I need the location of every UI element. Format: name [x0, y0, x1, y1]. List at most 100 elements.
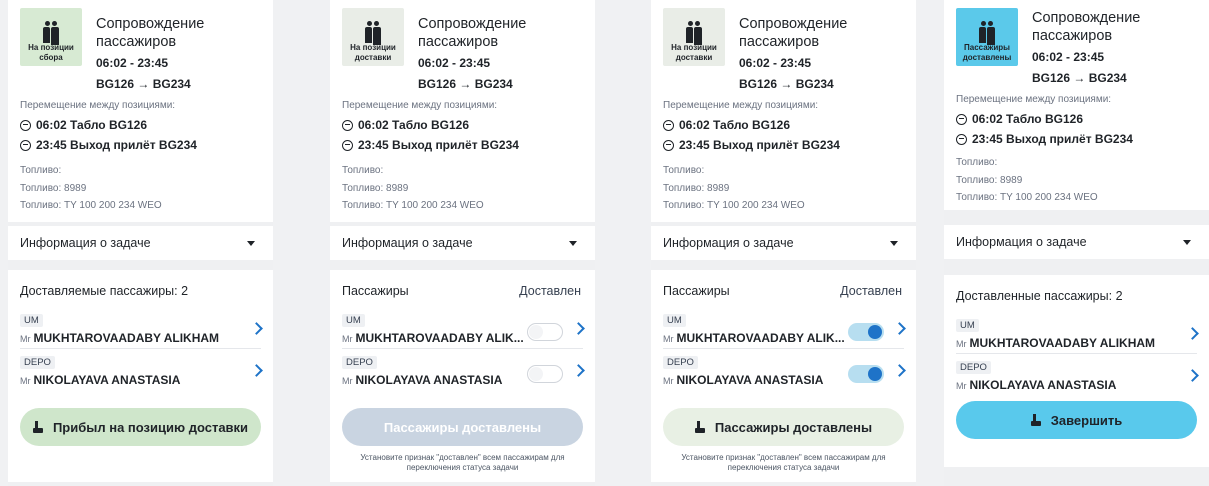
passenger-row[interactable]: DEPO Mr NIKOLAYAVA ANASTASIA — [342, 352, 585, 390]
status-tile: На позиции сбора — [20, 8, 82, 66]
status-label: На позиции сбора — [28, 43, 74, 62]
title-prefix: Mr — [342, 376, 353, 386]
delivered-toggle[interactable] — [527, 323, 563, 341]
task-route: BG126 → BG234 — [96, 77, 191, 91]
passengers-icon — [362, 21, 384, 45]
move-to-text: 23:45 Выход прилёт BG234 — [358, 138, 519, 152]
button-label: Прибыл на позицию доставки — [52, 419, 249, 435]
passenger-tag: DEPO — [20, 356, 55, 369]
fuel-value-1: Топливо: 8989 — [663, 183, 730, 194]
move-label: Перемещение между позициями: — [20, 100, 176, 111]
move-to: 23:45 Выход прилёт BG234 — [342, 138, 519, 152]
task-summary-card: На позиции доставки Сопровождение пассаж… — [330, 0, 595, 222]
passenger-row[interactable]: DEPO Mr NIKOLAYAVA ANASTASIA — [956, 357, 1199, 395]
task-panel-3: На позиции доставки Сопровождение пассаж… — [651, 0, 916, 486]
hand-icon — [694, 421, 705, 433]
move-from-text: 06:02 Табло BG126 — [679, 118, 790, 132]
move-from: 06:02 Табло BG126 — [342, 118, 469, 132]
passengers-count: 2 — [181, 284, 189, 298]
complete-button[interactable]: Завершить — [956, 401, 1197, 439]
passengers-header: Доставляемые пассажиры: 2 — [20, 284, 188, 298]
status-label: Пассажиры доставлены — [962, 43, 1012, 62]
passengers-header-label: Доставленные пассажиры: — [956, 289, 1113, 303]
move-from: 06:02 Табло BG126 — [20, 118, 147, 132]
title-prefix: Mr — [20, 376, 31, 386]
passenger-row[interactable]: DEPO Mr NIKOLAYAVA ANASTASIA — [663, 352, 906, 390]
passenger-name-text: MUKHTAROVAADABY ALIK... — [676, 331, 845, 345]
passengers-card: Пассажиры Доставлен UM Mr MUKHTAROVAADABY… — [330, 270, 595, 482]
passenger-row[interactable]: UM Mr MUKHTAROVAADABY ALIK... — [342, 310, 585, 349]
delivered-toggle[interactable] — [848, 365, 884, 383]
passenger-name: Mr MUKHTAROVAADABY ALIKHAM — [20, 331, 261, 345]
passengers-header: Пассажиры — [663, 284, 730, 298]
arrived-delivery-button[interactable]: Прибыл на позицию доставки — [20, 408, 261, 446]
move-from-text: 06:02 Табло BG126 — [358, 118, 469, 132]
title-prefix: Mr — [20, 334, 31, 344]
hint-text: Установите признак "доставлен" всем пасс… — [681, 453, 886, 472]
task-info-label: Информация о задаче — [342, 236, 473, 250]
exit-icon — [20, 139, 31, 151]
status-tile: Пассажиры доставлены — [956, 8, 1018, 66]
passenger-name-text: NIKOLAYAVA ANASTASIA — [676, 373, 824, 387]
passenger-name-text: MUKHTAROVAADABY ALIKHAM — [33, 331, 220, 345]
task-info-toggle[interactable]: Информация о задаче — [651, 226, 916, 260]
fuel-label: Топливо: — [342, 165, 384, 176]
move-to-text: 23:45 Выход прилёт BG234 — [972, 132, 1133, 146]
hand-icon — [1030, 414, 1041, 426]
passengers-delivered-button[interactable]: Пассажиры доставлены — [663, 408, 904, 446]
passenger-tag: DEPO — [342, 356, 377, 369]
enter-icon — [956, 113, 967, 125]
passenger-row[interactable]: UM Mr MUKHTAROVAADABY ALIK... — [663, 310, 906, 349]
passenger-name-text: NIKOLAYAVA ANASTASIA — [969, 378, 1117, 392]
passengers-card: Доставленные пассажиры: 2 UM Mr MUKHTAROV… — [944, 275, 1209, 467]
exit-icon — [342, 139, 353, 151]
move-to-text: 23:45 Выход прилёт BG234 — [679, 138, 840, 152]
fuel-value-1: Топливо: 8989 — [956, 175, 1023, 186]
passenger-tag: UM — [342, 314, 365, 327]
passenger-row[interactable]: UM Mr MUKHTAROVAADABY ALIKHAM — [20, 310, 263, 349]
passengers-icon — [976, 21, 998, 45]
task-panel-4: Пассажиры доставлены Сопровождение пасса… — [944, 0, 1209, 486]
exit-icon — [956, 133, 967, 145]
passenger-row[interactable]: UM Mr MUKHTAROVAADABY ALIKHAM — [956, 315, 1199, 354]
passengers-icon — [683, 21, 705, 45]
task-info-toggle[interactable]: Информация о задаче — [8, 226, 273, 260]
passengers-header: Пассажиры — [342, 284, 409, 298]
move-from: 06:02 Табло BG126 — [956, 112, 1083, 126]
passenger-row[interactable]: DEPO Mr NIKOLAYAVA ANASTASIA — [20, 352, 263, 390]
passenger-tag: UM — [20, 314, 43, 327]
fuel-value-1: Топливо: 8989 — [20, 183, 87, 194]
delivered-toggle[interactable] — [527, 365, 563, 383]
move-to-text: 23:45 Выход прилёт BG234 — [36, 138, 197, 152]
title-prefix: Mr — [663, 376, 674, 386]
task-summary-card: На позиции доставки Сопровождение пассаж… — [651, 0, 916, 222]
button-label: Завершить — [1050, 412, 1123, 428]
enter-icon — [663, 119, 674, 131]
passenger-name: Mr NIKOLAYAVA ANASTASIA — [956, 378, 1197, 392]
title-prefix: Mr — [956, 381, 967, 391]
hint-text: Установите признак "доставлен" всем пасс… — [360, 453, 565, 472]
task-time: 06:02 - 23:45 — [1032, 50, 1105, 64]
task-summary-card: Пассажиры доставлены Сопровождение пасса… — [944, 0, 1209, 210]
delivered-toggle[interactable] — [848, 323, 884, 341]
passengers-card: Доставляемые пассажиры: 2 UM Mr MUKHTAROV… — [8, 270, 273, 482]
task-title: Сопровождение пассажиров — [1032, 10, 1141, 44]
task-title: Сопровождение пассажиров — [418, 16, 527, 50]
delivered-header: Доставлен — [519, 284, 581, 298]
task-info-toggle[interactable]: Информация о задаче — [330, 226, 595, 260]
button-label: Пассажиры доставлены — [383, 419, 542, 435]
task-time: 06:02 - 23:45 — [96, 56, 169, 70]
move-label: Перемещение между позициями: — [956, 94, 1112, 105]
task-time: 06:02 - 23:45 — [418, 56, 491, 70]
enter-icon — [342, 119, 353, 131]
passenger-name-text: MUKHTAROVAADABY ALIKHAM — [969, 336, 1156, 350]
status-label: На позиции доставки — [671, 43, 717, 62]
passenger-tag: DEPO — [956, 361, 991, 374]
passengers-header: Доставленные пассажиры: 2 — [956, 289, 1123, 303]
move-to: 23:45 Выход прилёт BG234 — [956, 132, 1133, 146]
task-info-toggle[interactable]: Информация о задаче — [944, 225, 1209, 259]
task-panel-1: На позиции сбора Сопровождение пассажиро… — [8, 0, 273, 486]
passengers-delivered-button[interactable]: Пассажиры доставлены — [342, 408, 583, 446]
passenger-tag: UM — [956, 319, 979, 332]
move-label: Перемещение между позициями: — [663, 100, 819, 111]
